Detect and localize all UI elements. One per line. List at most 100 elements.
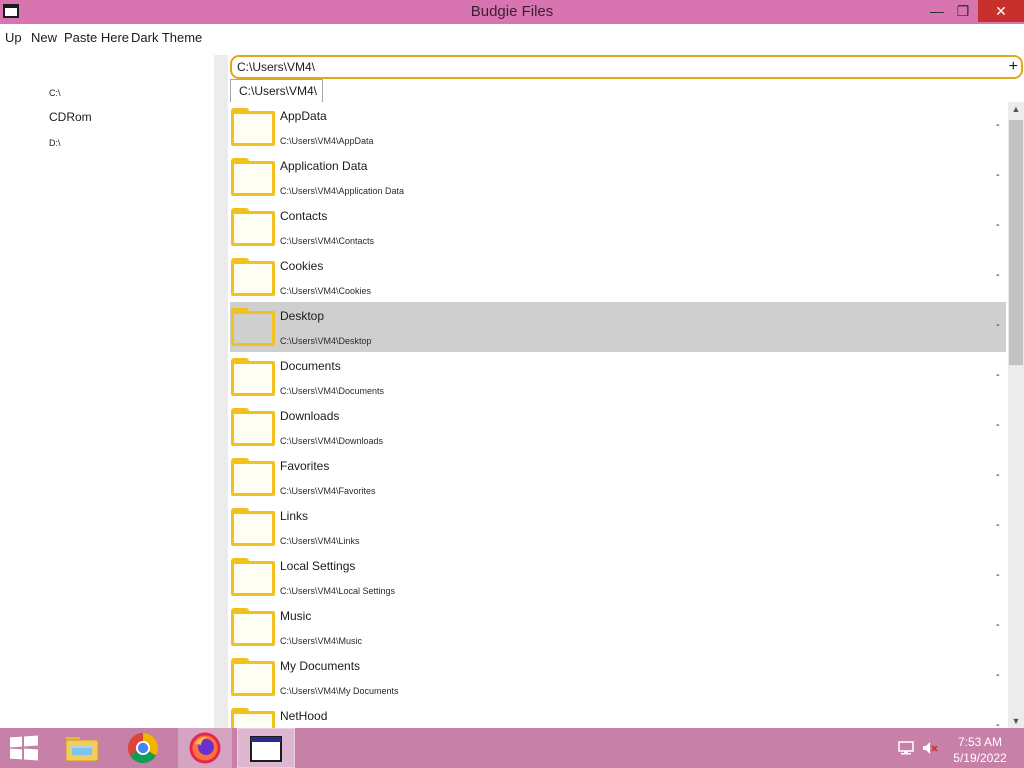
file-size: - xyxy=(996,519,1000,531)
file-path: C:\Users\VM4\Documents xyxy=(280,386,385,396)
budgie-files-icon xyxy=(250,736,282,762)
file-name: Music xyxy=(280,609,312,623)
file-row[interactable]: Music C:\Users\VM4\Music - xyxy=(230,602,1006,652)
file-row[interactable]: Local Settings C:\Users\VM4\Local Setting… xyxy=(230,552,1006,602)
menu-paste-here[interactable]: Paste Here xyxy=(64,30,129,45)
panel-splitter[interactable] xyxy=(214,55,228,728)
file-name: Contacts xyxy=(280,209,328,223)
tab-users-vm4[interactable]: C:\Users\VM4\ xyxy=(230,79,323,102)
file-path: C:\Users\VM4\Downloads xyxy=(280,436,384,446)
path-bar: + xyxy=(230,55,1023,79)
file-path: C:\Users\VM4\Contacts xyxy=(280,236,375,246)
path-input[interactable] xyxy=(237,60,977,74)
folder-icon xyxy=(231,608,275,646)
file-size: - xyxy=(996,169,1000,181)
taskbar-clock[interactable]: 7:53 AM 5/19/2022 xyxy=(945,734,1015,766)
folder-icon xyxy=(231,258,275,296)
file-size: - xyxy=(996,469,1000,481)
add-tab-button[interactable]: + xyxy=(1009,58,1018,76)
file-name: Links xyxy=(280,509,309,523)
file-explorer-taskbar-button[interactable] xyxy=(56,728,106,768)
file-row[interactable]: Cookies C:\Users\VM4\Cookies - xyxy=(230,252,1006,302)
file-row[interactable]: My Documents C:\Users\VM4\My Documents - xyxy=(230,652,1006,702)
volume-muted-icon[interactable] xyxy=(922,741,938,755)
folder-icon xyxy=(231,658,275,696)
file-size: - xyxy=(996,269,1000,281)
file-path: C:\Users\VM4\Links xyxy=(280,536,360,546)
maximize-button[interactable]: ❐ xyxy=(948,0,978,22)
title-bar: Budgie Files — ❐ ✕ xyxy=(0,0,1024,24)
file-name: AppData xyxy=(280,109,327,123)
file-row[interactable]: Documents C:\Users\VM4\Documents - xyxy=(230,352,1006,402)
firefox-taskbar-button[interactable] xyxy=(178,728,232,768)
file-path: C:\Users\VM4\Music xyxy=(280,636,363,646)
folder-icon xyxy=(231,158,275,196)
file-name: Local Settings xyxy=(280,559,356,573)
file-size: - xyxy=(996,569,1000,581)
file-size: - xyxy=(996,719,1000,728)
file-explorer-icon xyxy=(65,737,99,762)
drive-tree: C:\ CDRom D:\ xyxy=(0,48,214,728)
budgie-files-taskbar-button[interactable] xyxy=(237,728,295,768)
file-size: - xyxy=(996,669,1000,681)
file-path: C:\Users\VM4\AppData xyxy=(280,136,374,146)
file-row[interactable]: AppData C:\Users\VM4\AppData - xyxy=(230,102,1006,152)
file-name: Favorites xyxy=(280,459,330,473)
file-size: - xyxy=(996,369,1000,381)
close-button[interactable]: ✕ xyxy=(978,0,1024,22)
menu-dark-theme[interactable]: Dark Theme xyxy=(131,30,202,45)
drive-item-c[interactable]: C:\ xyxy=(49,88,61,98)
file-row[interactable]: NetHoodC:\Users\VM4\NetHood- xyxy=(230,702,1006,728)
vertical-scrollbar[interactable]: ▲ ▼ xyxy=(1008,102,1024,728)
clock-time: 7:53 AM xyxy=(957,735,1003,749)
file-size: - xyxy=(996,319,1000,331)
scroll-up-arrow-icon[interactable]: ▲ xyxy=(1008,104,1024,114)
folder-icon xyxy=(231,558,275,596)
file-path: C:\Users\VM4\My Documents xyxy=(280,686,399,696)
file-row[interactable]: Links C:\Users\VM4\Links - xyxy=(230,502,1006,552)
chrome-icon xyxy=(127,733,159,764)
folder-icon xyxy=(231,708,275,728)
file-size: - xyxy=(996,419,1000,431)
file-list: AppData C:\Users\VM4\AppData - Application … xyxy=(230,102,1008,728)
folder-icon xyxy=(231,308,275,346)
file-name: My Documents xyxy=(280,659,361,673)
drive-item-cdrom[interactable]: CDRom xyxy=(49,110,92,124)
file-name: Application Data xyxy=(280,159,368,173)
folder-icon xyxy=(231,358,275,396)
network-icon[interactable] xyxy=(898,741,914,755)
chrome-taskbar-button[interactable] xyxy=(118,728,168,768)
file-name: Downloads xyxy=(280,409,340,423)
file-row[interactable]: Application Data C:\Users\VM4\Application… xyxy=(230,152,1006,202)
file-name: NetHood xyxy=(280,709,328,723)
windows-start-icon[interactable] xyxy=(10,735,38,761)
file-path: C:\Users\VM4\Desktop xyxy=(280,336,372,346)
file-size: - xyxy=(996,619,1000,631)
clock-date: 5/19/2022 xyxy=(953,751,1007,765)
file-row[interactable]: Desktop C:\Users\VM4\Desktop - xyxy=(230,302,1006,352)
firefox-icon xyxy=(189,732,221,764)
file-row[interactable]: Contacts C:\Users\VM4\Contacts - xyxy=(230,202,1006,252)
file-row[interactable]: Downloads C:\Users\VM4\Downloads - xyxy=(230,402,1006,452)
folder-icon xyxy=(231,458,275,496)
taskbar: 7:53 AM 5/19/2022 xyxy=(0,728,1024,768)
window-title: Budgie Files xyxy=(470,3,554,20)
file-size: - xyxy=(996,219,1000,231)
drive-item-d[interactable]: D:\ xyxy=(49,138,61,148)
file-path: C:\Users\VM4\Cookies xyxy=(280,286,372,296)
folder-icon xyxy=(231,108,275,146)
file-path: C:\Users\VM4\Local Settings xyxy=(280,586,396,596)
file-size: - xyxy=(996,119,1000,131)
scroll-thumb[interactable] xyxy=(1009,120,1023,365)
file-path: C:\Users\VM4\Favorites xyxy=(280,486,376,496)
file-name: Cookies xyxy=(280,259,324,273)
menu-up[interactable]: Up xyxy=(5,30,22,45)
file-name: Documents xyxy=(280,359,341,373)
folder-icon xyxy=(231,408,275,446)
menu-bar: Up New Paste Here Dark Theme xyxy=(0,24,1024,48)
menu-new[interactable]: New xyxy=(31,30,57,45)
folder-icon xyxy=(231,508,275,546)
scroll-down-arrow-icon[interactable]: ▼ xyxy=(1008,716,1024,726)
file-row[interactable]: Favorites C:\Users\VM4\Favorites - xyxy=(230,452,1006,502)
folder-icon xyxy=(231,208,275,246)
